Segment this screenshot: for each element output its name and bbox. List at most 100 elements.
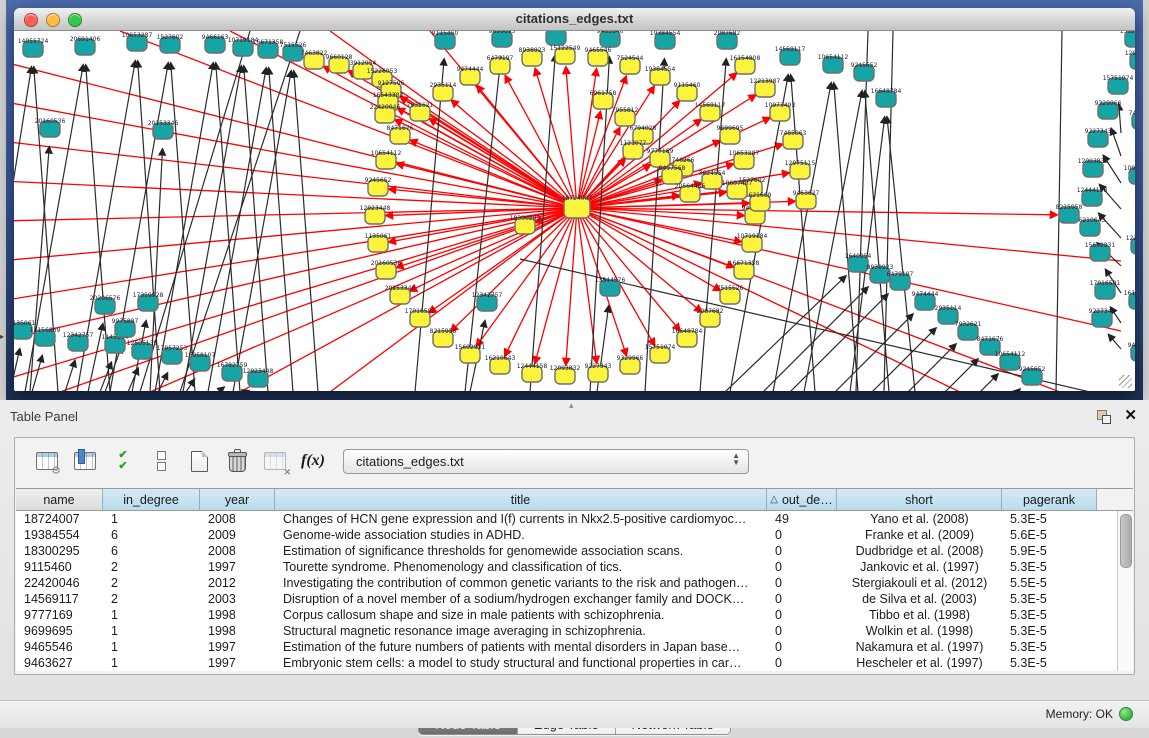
column-header-in-degree[interactable]: in_degree	[103, 489, 200, 510]
table-cell[interactable]: 0	[767, 623, 837, 639]
table-cell[interactable]: 1	[103, 607, 200, 623]
table-cell[interactable]: Yano et al. (2008)	[837, 511, 1002, 527]
show-columns-button[interactable]	[71, 448, 99, 474]
table-cell[interactable]: 9777169	[16, 607, 103, 623]
table-settings-button[interactable]: ⚙	[33, 448, 61, 474]
table-cell[interactable]: Tourette syndrome. Phenomenology and cla…	[275, 559, 767, 575]
table-cell[interactable]: 2008	[200, 511, 275, 527]
table-cell[interactable]: 5.3E-5	[1002, 607, 1097, 623]
table-cell[interactable]: 5.5E-5	[1002, 575, 1097, 591]
table-cell[interactable]: 2	[103, 559, 200, 575]
table-cell[interactable]: 0	[767, 591, 837, 607]
column-checklist-button[interactable]: ✔✔	[109, 448, 137, 474]
table-cell[interactable]: 5.6E-5	[1002, 527, 1097, 543]
vertical-scrollbar[interactable]	[1117, 511, 1133, 671]
table-cell[interactable]: de Silva et al. (2003)	[837, 591, 1002, 607]
table-cell[interactable]: Dudbridge et al. (2008)	[837, 543, 1002, 559]
table-cell[interactable]: 2009	[200, 527, 275, 543]
table-row[interactable]: 946362711997Embryonic stem cells: a mode…	[16, 655, 1133, 671]
table-cell[interactable]: Stergiakouli et al. (2012)	[837, 575, 1002, 591]
function-builder-button[interactable]: f(x)	[299, 448, 327, 474]
column-header-short[interactable]: short	[837, 489, 1002, 510]
table-cell[interactable]: 0	[767, 559, 837, 575]
splitter-handle-icon[interactable]: ▴	[569, 400, 574, 411]
row-height-button[interactable]	[147, 448, 175, 474]
table-cell[interactable]: 2012	[200, 575, 275, 591]
table-cell[interactable]: Changes of HCN gene expression and I(f) …	[275, 511, 767, 527]
table-cell[interactable]: 9699695	[16, 623, 103, 639]
table-cell[interactable]: Corpus callosum shape and size in male p…	[275, 607, 767, 623]
scrollbar-thumb[interactable]	[1120, 514, 1132, 568]
table-cell[interactable]: 0	[767, 543, 837, 559]
table-cell[interactable]: Tibbo et al. (1998)	[837, 607, 1002, 623]
table-cell[interactable]: 0	[767, 639, 837, 655]
table-cell[interactable]: 1998	[200, 607, 275, 623]
table-cell[interactable]: 1	[103, 639, 200, 655]
table-cell[interactable]: 19384554	[16, 527, 103, 543]
table-row[interactable]: 1938455462009Genome-wide association stu…	[16, 527, 1133, 543]
table-cell[interactable]: 1	[103, 623, 200, 639]
table-cell[interactable]: Franke et al. (2009)	[837, 527, 1002, 543]
table-cell[interactable]: 18300295	[16, 543, 103, 559]
table-row[interactable]: 1456911722003Disruption of a novel membe…	[16, 591, 1133, 607]
column-header-pagerank[interactable]: pagerank	[1002, 489, 1097, 510]
table-cell[interactable]: 6	[103, 527, 200, 543]
table-cell[interactable]: 1	[103, 511, 200, 527]
import-table-button[interactable]: ✕	[261, 448, 289, 474]
table-cell[interactable]: 1998	[200, 623, 275, 639]
table-row[interactable]: 977716911998Corpus callosum shape and si…	[16, 607, 1133, 623]
graph-node[interactable]	[546, 31, 566, 45]
table-cell[interactable]: 5.9E-5	[1002, 543, 1097, 559]
table-row[interactable]: 2242004622012Investigating the contribut…	[16, 575, 1133, 591]
table-cell[interactable]: 9115460	[16, 559, 103, 575]
column-header-title[interactable]: title	[275, 489, 767, 510]
table-row[interactable]: 1830029562008Estimation of significance …	[16, 543, 1133, 559]
table-cell[interactable]: 1	[103, 655, 200, 671]
table-cell[interactable]: 1997	[200, 639, 275, 655]
table-cell[interactable]: 9465546	[16, 639, 103, 655]
table-cell[interactable]: Wolkin et al. (1998)	[837, 623, 1002, 639]
table-cell[interactable]: Hescheler et al. (1997)	[837, 655, 1002, 671]
table-cell[interactable]: 2	[103, 575, 200, 591]
delete-table-button[interactable]	[223, 448, 251, 474]
table-cell[interactable]: 1997	[200, 559, 275, 575]
table-cell[interactable]: 22420046	[16, 575, 103, 591]
close-panel-icon[interactable]: ✕	[1124, 406, 1137, 424]
table-cell[interactable]: 0	[767, 655, 837, 671]
table-cell[interactable]: Embryonic stem cells: a model to study s…	[275, 655, 767, 671]
table-cell[interactable]: 49	[767, 511, 837, 527]
table-cell[interactable]: Structural magnetic resonance image aver…	[275, 623, 767, 639]
table-row[interactable]: 969969511998Structural magnetic resonanc…	[16, 623, 1133, 639]
table-cell[interactable]: 1997	[200, 655, 275, 671]
table-cell[interactable]: 5.3E-5	[1002, 655, 1097, 671]
float-panel-icon[interactable]	[1097, 410, 1111, 424]
table-cell[interactable]: Estimation of significance thresholds fo…	[275, 543, 767, 559]
table-cell[interactable]: 18724007	[16, 511, 103, 527]
table-cell[interactable]: 5.3E-5	[1002, 639, 1097, 655]
column-header-out-de-[interactable]: △out_de…	[767, 489, 837, 510]
table-cell[interactable]: Estimation of the future numbers of pati…	[275, 639, 767, 655]
table-cell[interactable]: Disruption of a novel member of a sodium…	[275, 591, 767, 607]
table-selector-dropdown[interactable]: citations_edges.txt ▲▼	[343, 449, 749, 474]
panel-collapse-arrow-icon[interactable]: ▸	[0, 332, 4, 341]
window-resize-grip[interactable]	[1119, 375, 1132, 388]
table-cell[interactable]: 2	[103, 591, 200, 607]
table-cell[interactable]: 0	[767, 575, 837, 591]
table-cell[interactable]: 14569117	[16, 591, 103, 607]
table-cell[interactable]: 5.3E-5	[1002, 511, 1097, 527]
network-window-titlebar[interactable]: citations_edges.txt	[14, 8, 1135, 31]
table-cell[interactable]: Jankovic et al. (1997)	[837, 559, 1002, 575]
table-cell[interactable]: 2008	[200, 543, 275, 559]
table-cell[interactable]: 6	[103, 543, 200, 559]
column-header-year[interactable]: year	[200, 489, 275, 510]
create-table-button[interactable]	[185, 448, 213, 474]
table-cell[interactable]: Investigating the contribution of common…	[275, 575, 767, 591]
table-row[interactable]: 911546021997Tourette syndrome. Phenomeno…	[16, 559, 1133, 575]
table-row[interactable]: 1872400712008Changes of HCN gene express…	[16, 511, 1133, 527]
table-row[interactable]: 946554611997Estimation of the future num…	[16, 639, 1133, 655]
table-cell[interactable]: Genome-wide association studies in ADHD.	[275, 527, 767, 543]
table-cell[interactable]: 5.3E-5	[1002, 591, 1097, 607]
table-cell[interactable]: 5.3E-5	[1002, 559, 1097, 575]
table-cell[interactable]: 0	[767, 607, 837, 623]
network-canvas[interactable]: 1405572420691406106532871527602946616310…	[14, 31, 1135, 391]
